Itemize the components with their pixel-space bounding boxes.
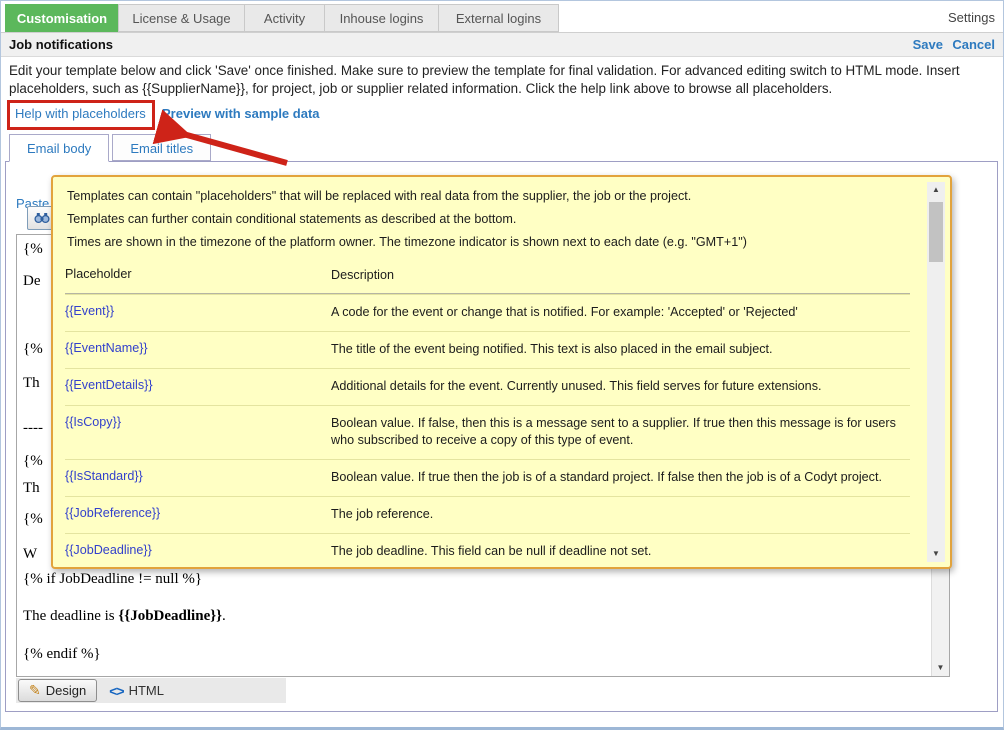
popup-paragraph: Templates can contain "placeholders" tha… [67, 188, 910, 205]
popup-scrollbar[interactable] [927, 182, 945, 562]
tab-email-titles[interactable]: Email titles [112, 134, 211, 161]
placeholder-link[interactable]: {{Event}} [65, 304, 331, 321]
code-brackets-icon [109, 683, 123, 699]
placeholder-description: The job deadline. This field can be null… [331, 543, 910, 560]
help-with-placeholders-link[interactable]: Help with placeholders [15, 106, 146, 121]
section-header-bar: Job notifications Save Cancel [1, 32, 1003, 57]
editor-line-fragment: Th [23, 480, 40, 497]
tab-customisation[interactable]: Customisation [5, 4, 119, 32]
editor-line-fragment: Th [23, 375, 40, 392]
placeholder-description: Additional details for the event. Curren… [331, 378, 910, 395]
pencil-icon [29, 682, 41, 699]
placeholder-table-row: {{IsStandard}} Boolean value. If true th… [65, 459, 910, 496]
scroll-down-icon[interactable] [932, 660, 949, 676]
intro-text: Edit your template below and click 'Save… [9, 62, 995, 98]
editor-mode-bar: Design HTML [16, 678, 286, 703]
preview-with-sample-data-link[interactable]: Preview with sample data [162, 106, 320, 121]
placeholder-description: The job reference. [331, 506, 910, 523]
editor-line-fragment: W [23, 546, 37, 563]
popup-paragraph: Times are shown in the timezone of the p… [67, 234, 910, 251]
scroll-up-icon[interactable] [927, 182, 945, 198]
binoculars-icon [34, 212, 50, 224]
editor-line-fragment: {% [23, 453, 43, 470]
email-tab-bar: Email body Email titles [9, 134, 214, 162]
scroll-down-icon[interactable] [927, 546, 945, 562]
editor-line-deadline: The deadline is {{JobDeadline}}. [23, 608, 226, 625]
tab-activity[interactable]: Activity [244, 4, 325, 32]
placeholder-link[interactable]: {{IsStandard}} [65, 469, 331, 486]
tab-license-usage[interactable]: License & Usage [118, 4, 245, 32]
placeholder-description: A code for the event or change that is n… [331, 304, 910, 321]
editor-line-fragment: ---- [23, 420, 43, 437]
tab-inhouse-logins[interactable]: Inhouse logins [324, 4, 439, 32]
top-tab-bar: Customisation License & Usage Activity I… [5, 4, 558, 32]
deadline-placeholder: {{JobDeadline}} [118, 608, 222, 624]
placeholder-help-popup: Templates can contain "placeholders" tha… [51, 175, 952, 569]
editor-line-fragment: {% [23, 341, 43, 358]
deadline-period: . [222, 608, 226, 624]
placeholder-link[interactable]: {{EventDetails}} [65, 378, 331, 395]
editor-line-if: {% if JobDeadline != null %} [23, 571, 202, 588]
placeholder-description: Boolean value. If true then the job is o… [331, 469, 910, 486]
placeholder-column-header: Placeholder [65, 267, 331, 284]
tab-email-body[interactable]: Email body [9, 134, 109, 162]
deadline-text: The deadline is [23, 608, 118, 624]
placeholder-description: Boolean value. If false, then this is a … [331, 415, 910, 449]
html-mode-label: HTML [129, 683, 164, 698]
editor-line-endif: {% endif %} [23, 646, 101, 663]
placeholder-table-body: {{Event}} A code for the event or change… [65, 294, 910, 569]
placeholder-table-row: {{Event}} A code for the event or change… [65, 294, 910, 331]
placeholder-link[interactable]: {{JobDeadline}} [65, 543, 331, 560]
scrollbar-thumb[interactable] [929, 202, 943, 262]
editor-line-fragment: {% [23, 511, 43, 528]
design-mode-button[interactable]: Design [18, 679, 97, 702]
placeholder-table-row: {{EventName}} The title of the event bei… [65, 331, 910, 368]
placeholder-link[interactable]: {{IsCopy}} [65, 415, 331, 449]
popup-intro: Templates can contain "placeholders" tha… [67, 188, 910, 257]
cancel-button[interactable]: Cancel [952, 33, 995, 57]
tab-external-logins[interactable]: External logins [438, 4, 559, 32]
editor-line-fragment: De [23, 273, 41, 290]
placeholder-description: The title of the event being notified. T… [331, 341, 910, 358]
placeholder-link[interactable]: {{JobReference}} [65, 506, 331, 523]
html-mode-button[interactable]: HTML [97, 683, 176, 699]
settings-page: Customisation License & Usage Activity I… [0, 0, 1004, 730]
placeholder-link[interactable]: {{EventName}} [65, 341, 331, 358]
design-mode-label: Design [46, 683, 86, 698]
placeholder-table-row: {{IsCopy}} Boolean value. If false, then… [65, 405, 910, 459]
page-title: Job notifications [9, 33, 113, 57]
settings-label: Settings [948, 10, 995, 25]
placeholder-table: Placeholder Description {{Event}} A code… [65, 261, 910, 569]
popup-paragraph: Templates can further contain conditiona… [67, 211, 910, 228]
placeholder-table-row: {{EventDetails}} Additional details for … [65, 368, 910, 405]
placeholder-table-row: {{JobReference}} The job reference. [65, 496, 910, 533]
placeholder-table-row: {{JobDeadline}} The job deadline. This f… [65, 533, 910, 569]
placeholder-table-header: Placeholder Description [65, 261, 910, 293]
editor-line-fragment: {% [23, 241, 43, 258]
save-button[interactable]: Save [913, 33, 943, 57]
description-column-header: Description [331, 267, 910, 284]
